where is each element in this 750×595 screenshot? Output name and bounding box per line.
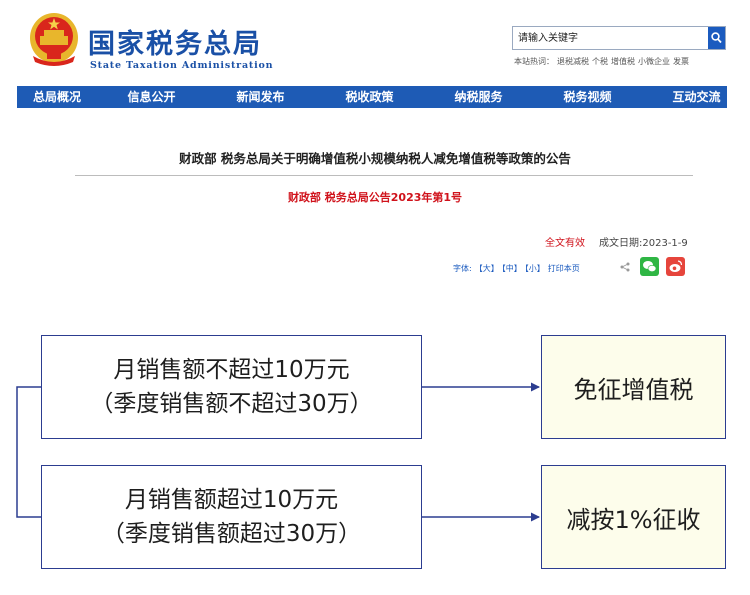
result-text: 免征增值税: [573, 375, 694, 404]
condition-text: （季度销售额不超过30万）: [90, 391, 373, 417]
condition-text: 月销售额不超过10万元: [113, 357, 350, 383]
result-box: 减按1%征收: [541, 465, 726, 569]
result-text: 减按1%征收: [566, 505, 701, 534]
condition-box: 月销售额不超过10万元 （季度销售额不超过30万）: [41, 335, 422, 439]
result-box: 免征增值税: [541, 335, 726, 439]
condition-text: 月销售额超过10万元: [124, 487, 339, 513]
bracket-connector: [16, 386, 41, 518]
condition-box: 月销售额超过10万元 （季度销售额超过30万）: [41, 465, 422, 569]
condition-text: （季度销售额超过30万）: [101, 521, 362, 547]
